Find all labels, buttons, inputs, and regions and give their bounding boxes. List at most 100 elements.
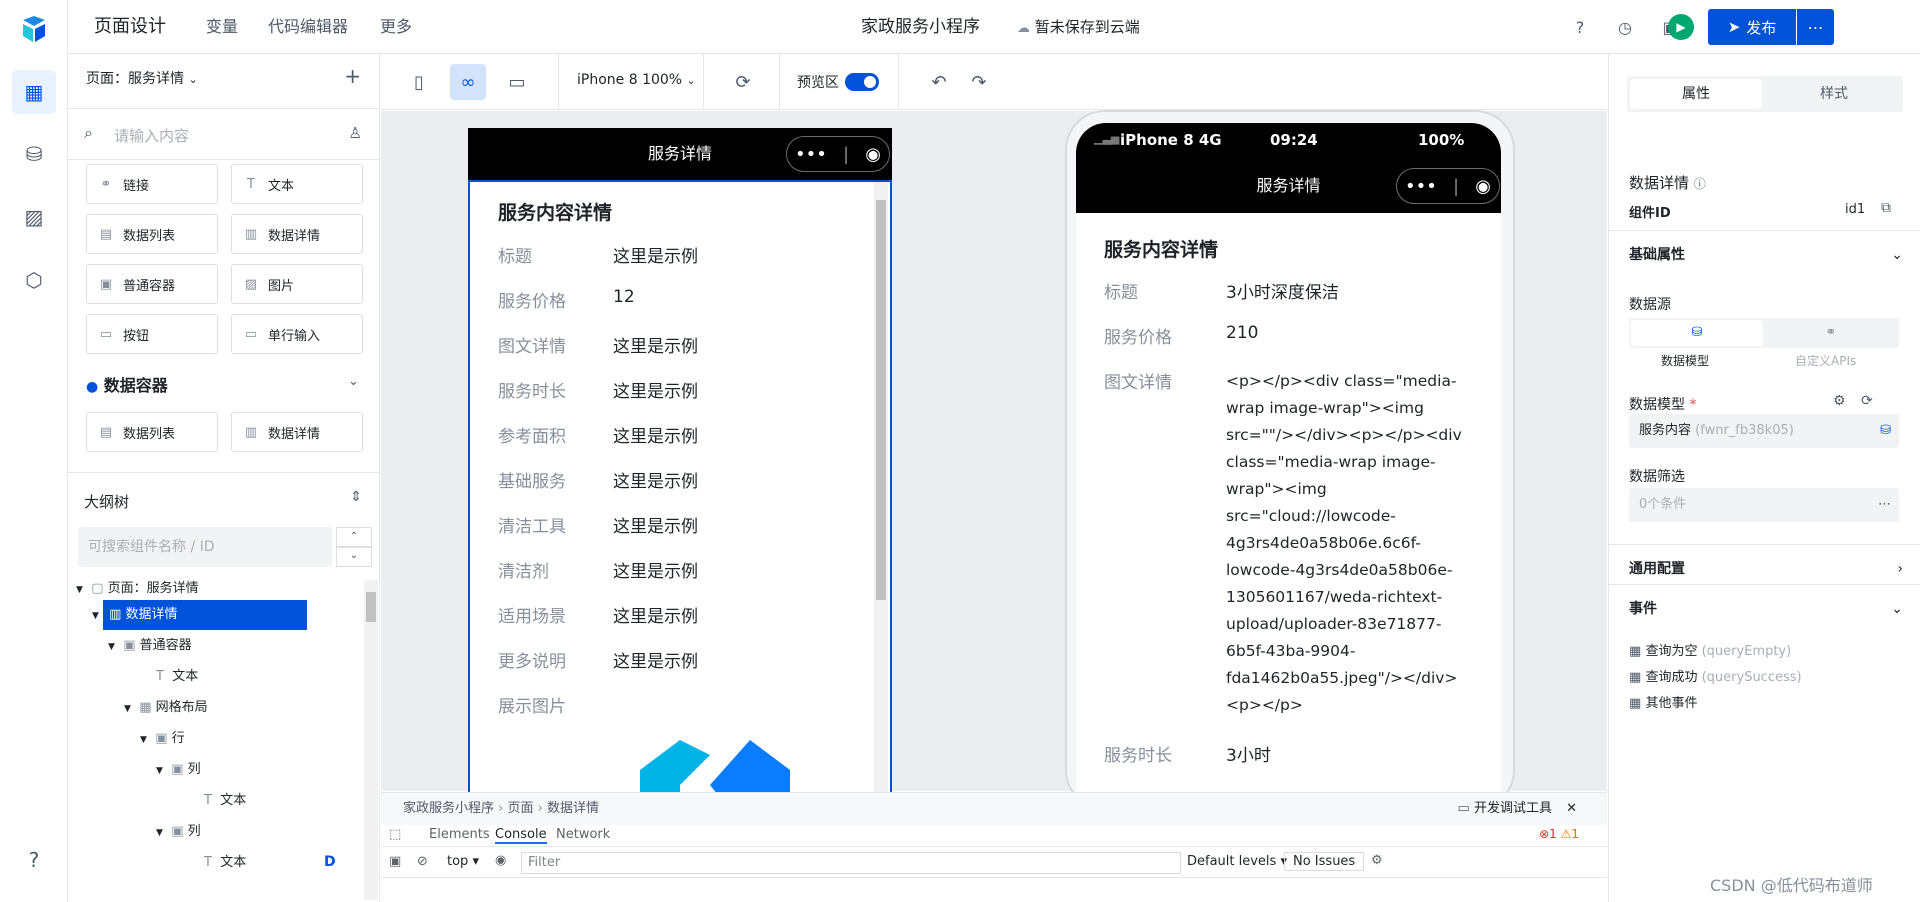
db-icon[interactable]: ⛁ xyxy=(1631,320,1763,346)
publish-button[interactable]: ➤ 发布 xyxy=(1708,9,1796,45)
page-design-rail-icon[interactable]: ▦ xyxy=(12,70,56,114)
console-filter-input[interactable]: Filter xyxy=(521,852,1181,874)
miniprogram-capsule[interactable]: ••• | ◉ xyxy=(1396,168,1500,204)
nav-variables[interactable]: 变量 xyxy=(206,0,238,54)
redo-icon[interactable]: ↷ xyxy=(961,64,997,100)
history-icon[interactable]: ◷ xyxy=(1613,15,1637,39)
help-rail-icon[interactable]: ? xyxy=(12,838,56,882)
detail-row[interactable]: 服务价格 12 xyxy=(498,287,635,312)
component-container[interactable]: ▣ 普通容器 xyxy=(86,264,218,304)
tab-elements[interactable]: Elements xyxy=(429,827,490,842)
breadcrumb-item[interactable]: 家政服务小程序 xyxy=(403,801,494,816)
component-search[interactable]: ⌕ 请输入内容 ♙ xyxy=(68,108,379,160)
mobile-view-icon[interactable]: ▯ xyxy=(401,64,437,100)
breadcrumb-item[interactable]: 页面 xyxy=(508,801,534,816)
detail-row[interactable]: 清洁工具 这里是示例 xyxy=(498,512,698,537)
detail-row[interactable]: 服务时长 这里是示例 xyxy=(498,377,698,402)
outline-search-input[interactable]: 可搜索组件名称 / ID xyxy=(78,527,332,567)
sidebar-toggle-icon[interactable]: ▣ xyxy=(389,854,401,869)
event-other[interactable]: ▦ 其他事件 xyxy=(1629,692,1697,711)
run-button[interactable]: ▶ xyxy=(1668,14,1694,40)
chevron-down-icon[interactable]: ⌄ xyxy=(336,547,372,567)
miniprogram-capsule[interactable]: ••• | ◉ xyxy=(786,136,890,172)
chevron-down-icon[interactable]: ⌄ xyxy=(348,374,359,389)
event-query-empty[interactable]: ▦ 查询为空 (queryEmpty) xyxy=(1629,640,1791,659)
gear-icon[interactable]: ⚙ xyxy=(1371,853,1383,868)
tree-node-row[interactable]: ▼ ▣ 行 xyxy=(140,724,185,754)
inspect-icon[interactable]: ⬚ xyxy=(389,827,401,842)
undo-icon[interactable]: ↶ xyxy=(921,64,957,100)
database-rail-icon[interactable]: ⛁ xyxy=(12,132,56,176)
miniprogram-view-icon[interactable]: ∞ xyxy=(450,64,486,100)
component-data-list[interactable]: ▤ 数据列表 xyxy=(86,214,218,254)
group-data-container[interactable]: ● 数据容器 xyxy=(86,372,168,396)
expand-collapse-icon[interactable]: ⇕ xyxy=(350,489,362,505)
tree-node-grid[interactable]: ▼ ▦ 网格布局 xyxy=(124,693,208,723)
tree-scrollbar[interactable] xyxy=(364,580,378,900)
refresh-icon[interactable]: ⟳ xyxy=(725,64,761,100)
detail-row[interactable]: 标题 这里是示例 xyxy=(498,242,698,267)
page-selector[interactable]: 页面：服务详情 ⌄ xyxy=(86,68,198,88)
tab-styles[interactable]: 样式 xyxy=(1768,79,1900,109)
tree-scrollbar-thumb[interactable] xyxy=(366,592,376,622)
issue-counts[interactable]: ⊗1 ⚠1 xyxy=(1539,827,1579,841)
tab-properties[interactable]: 属性 xyxy=(1630,79,1762,109)
preview-toggle[interactable] xyxy=(845,73,879,91)
detail-row[interactable]: 图文详情 这里是示例 xyxy=(498,332,698,357)
tree-node-text[interactable]: T 文本 xyxy=(156,662,198,692)
log-levels-select[interactable]: Default levels ▾ xyxy=(1187,854,1287,869)
help-icon[interactable]: ? xyxy=(1568,15,1592,39)
context-select[interactable]: top ▾ xyxy=(447,854,479,869)
nav-page-design[interactable]: 页面设计 xyxy=(94,0,166,54)
component-input[interactable]: ▭ 单行输入 xyxy=(231,314,363,354)
tree-node-data-detail[interactable]: ▼ ▥ 数据详情 xyxy=(92,600,308,630)
breadcrumb-item[interactable]: 数据详情 xyxy=(547,801,599,816)
desktop-view-icon[interactable]: ▭ xyxy=(499,64,535,100)
editor-scrollbar-thumb[interactable] xyxy=(876,200,886,600)
editor-scrollbar[interactable] xyxy=(874,182,888,806)
tree-node-text[interactable]: T 文本 xyxy=(204,848,246,878)
tree-node-column[interactable]: ▼ ▣ 列 xyxy=(156,755,201,785)
clear-console-icon[interactable]: ⊘ xyxy=(417,854,428,869)
gear-icon[interactable]: ⚙ xyxy=(1833,393,1846,409)
component-data-detail[interactable]: ▥ 数据详情 xyxy=(231,412,363,452)
detail-row[interactable]: 更多说明 这里是示例 xyxy=(498,647,698,672)
detail-row[interactable]: 展示图片 xyxy=(498,692,566,717)
component-link[interactable]: ⚭ 链接 xyxy=(86,164,218,204)
link-icon[interactable]: ⚭ xyxy=(1765,320,1897,346)
device-select[interactable]: iPhone 8 100% ⌄ xyxy=(577,72,696,88)
add-page-icon[interactable]: + xyxy=(344,64,361,88)
tree-node-column[interactable]: ▼ ▣ 列 xyxy=(156,817,201,847)
more-icon[interactable]: ⋯ xyxy=(1878,488,1891,522)
tree-node-container[interactable]: ▼ ▣ 普通容器 xyxy=(108,631,192,661)
detail-row[interactable]: 基础服务 这里是示例 xyxy=(498,467,698,492)
component-text[interactable]: T 文本 xyxy=(231,164,363,204)
chevron-up-icon[interactable]: ⌃ xyxy=(336,527,372,547)
close-icon[interactable]: ✕ xyxy=(1566,801,1577,816)
ds-option-api[interactable]: 自定义APIs xyxy=(1795,352,1856,369)
component-button[interactable]: ▭ 按钮 xyxy=(86,314,218,354)
tab-console[interactable]: Console xyxy=(495,827,547,844)
publish-more-button[interactable]: ⋯ xyxy=(1797,9,1834,45)
open-devtools[interactable]: ▭ 开发调试工具 ✕ xyxy=(1458,793,1578,825)
event-query-success[interactable]: ▦ 查询成功 (querySuccess) xyxy=(1629,666,1802,685)
settings-rail-icon[interactable]: ⬡ xyxy=(12,258,56,302)
refresh-icon[interactable]: ⟳ xyxy=(1861,393,1873,409)
data-detail-component[interactable]: 服务内容详情 标题 这里是示例 服务价格 12 图文详情 这里是示例 服务时长 这里是示… xyxy=(468,180,892,808)
section-events[interactable]: 事件 ⌄ xyxy=(1609,584,1920,632)
nav-code-editor[interactable]: 代码编辑器 xyxy=(268,0,348,54)
component-data-list[interactable]: ▤ 数据列表 xyxy=(86,412,218,452)
component-search-input[interactable]: 请输入内容 xyxy=(114,125,189,146)
component-data-detail[interactable]: ▥ 数据详情 xyxy=(231,214,363,254)
filter-field[interactable]: 0个条件 ⋯ xyxy=(1629,488,1899,522)
tree-node-text[interactable]: T 文本 xyxy=(204,786,246,816)
ds-option-model[interactable]: 数据模型 xyxy=(1661,352,1709,369)
model-select[interactable]: 服务内容 (fwnr_fb38k05) ⛁ xyxy=(1629,414,1899,448)
detail-row[interactable]: 清洁剂 这里是示例 xyxy=(498,557,698,582)
detail-row[interactable]: 适用场景 这里是示例 xyxy=(498,602,698,627)
info-icon[interactable]: ⓘ xyxy=(1694,177,1706,191)
component-image[interactable]: ▨ 图片 xyxy=(231,264,363,304)
nav-more[interactable]: 更多 xyxy=(380,0,412,54)
tab-network[interactable]: Network xyxy=(556,827,610,842)
image-rail-icon[interactable]: ▨ xyxy=(12,195,56,239)
